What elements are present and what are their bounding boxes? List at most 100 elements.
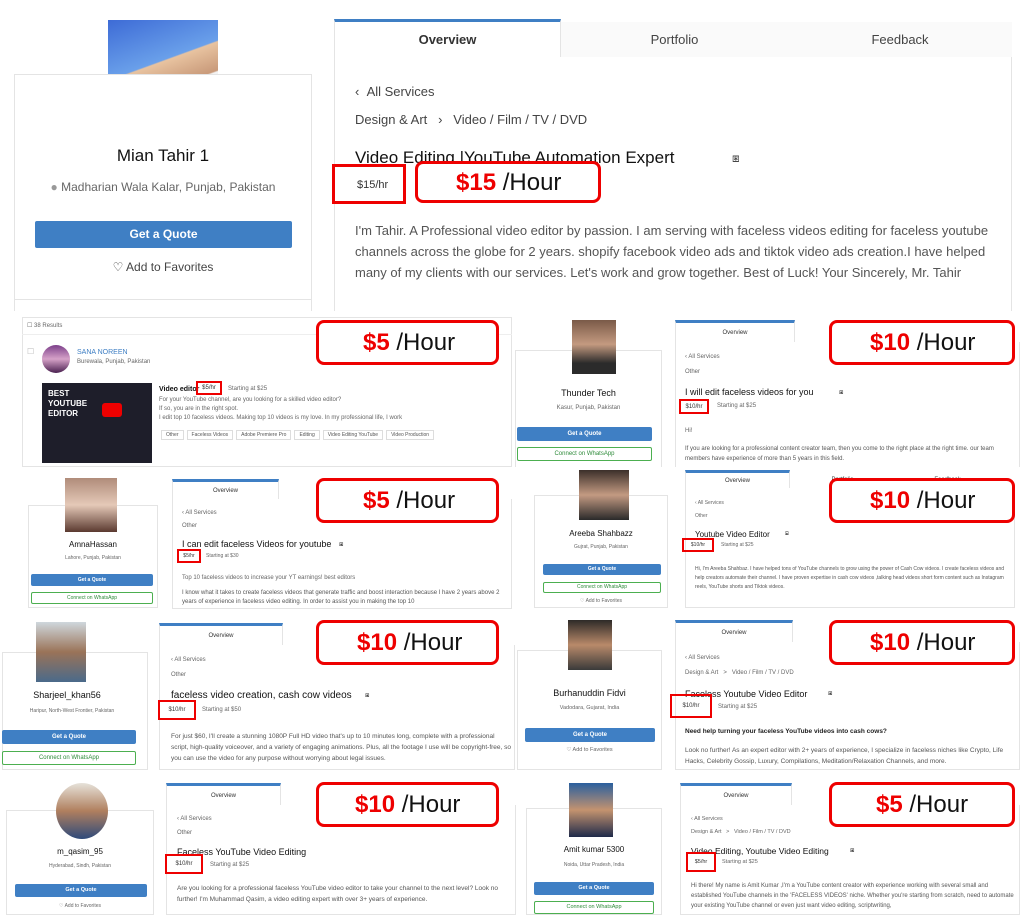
play-icon	[102, 403, 122, 417]
get-quote-button[interactable]: Get a Quote	[543, 564, 661, 575]
back-label: All Services	[180, 816, 212, 822]
tag[interactable]: Other	[161, 430, 184, 440]
back-link[interactable]: ‹ All Services	[685, 354, 720, 360]
tab-overview[interactable]: Overview	[172, 479, 279, 499]
whatsapp-button[interactable]: Connect on WhatsApp	[534, 901, 654, 914]
breadcrumb-item[interactable]: Video / Film / TV / DVD	[453, 112, 587, 127]
section-divider	[0, 772, 1024, 778]
heart-icon: ♡	[112, 260, 127, 274]
price-badge: $10/hr	[679, 399, 709, 414]
share-icon[interactable]: ⧆	[732, 151, 740, 166]
tag[interactable]: Editing	[294, 430, 320, 440]
back-label: All Services	[694, 816, 723, 822]
tab-overview[interactable]: Overview	[680, 783, 792, 805]
add-to-favorites-button[interactable]: ♡ Add to Favorites	[534, 598, 668, 604]
get-quote-button[interactable]: Get a Quote	[35, 221, 292, 248]
thumbnail-text: BEST YOUTUBE EDITOR	[48, 389, 88, 418]
back-link[interactable]: ‹ All Services	[177, 816, 212, 822]
back-label: All Services	[688, 354, 720, 360]
add-to-favorites-button[interactable]: ♡ Add to Favorites	[14, 260, 312, 274]
tab-overview[interactable]: Overview	[159, 623, 283, 645]
seller-name: Areeba Shahbazz	[569, 529, 633, 538]
checkbox-icon[interactable]: ☐	[27, 323, 34, 329]
back-label: All Services	[366, 84, 435, 99]
callout-unit: /Hour	[909, 791, 969, 818]
share-icon[interactable]: ⧆	[839, 389, 843, 397]
add-to-favorites-button[interactable]: ♡ Add to Favorites	[517, 747, 662, 753]
back-link[interactable]: ‹ All Services	[685, 655, 720, 661]
tag[interactable]: Faceless Videos	[186, 430, 234, 440]
service-description: For just $60, I'll create a stunning 108…	[171, 733, 511, 762]
starting-price: Starting at $25	[717, 403, 757, 409]
callout-amount: $5	[363, 329, 390, 356]
seller-name: Burhanuddin Fidvi	[553, 688, 626, 698]
get-quote-button[interactable]: Get a Quote	[534, 882, 654, 895]
whatsapp-button[interactable]: Connect on WhatsApp	[2, 751, 136, 765]
category: Other	[171, 672, 187, 678]
category: Other	[685, 369, 701, 375]
tab-overview[interactable]: Overview	[675, 320, 795, 342]
seller-name: Amit kumar 5300	[563, 845, 625, 854]
callout-amount: $5	[876, 791, 903, 818]
callout-amount: $15	[456, 169, 497, 196]
back-link[interactable]: ‹ All Services	[182, 510, 217, 516]
location-text: Madharian Wala Kalar, Punjab, Pakistan	[61, 180, 276, 194]
price-badge: $10/hr	[670, 694, 712, 718]
price-callout: $10 /Hour	[316, 782, 499, 827]
share-icon[interactable]: ⧆	[828, 690, 832, 698]
price-callout: $10 /Hour	[829, 478, 1015, 523]
section-divider	[0, 610, 1024, 618]
get-quote-button[interactable]: Get a Quote	[31, 574, 153, 586]
back-label: All Services	[174, 657, 206, 663]
price-callout: $5 /Hour	[316, 320, 499, 365]
avatar	[579, 470, 629, 520]
profile-card	[14, 74, 312, 314]
price-callout: $10 /Hour	[829, 320, 1015, 365]
share-icon[interactable]: ⧆	[850, 847, 854, 855]
tab-overview[interactable]: Overview	[675, 620, 793, 642]
service-title[interactable]: Video editor	[159, 386, 199, 393]
back-label: All Services	[185, 510, 217, 516]
share-icon[interactable]: ⧆	[365, 692, 369, 700]
price-badge: $5/hr	[196, 381, 222, 395]
chevron-left-icon: ‹	[355, 84, 367, 99]
desc-line: I edit top 10 faceless videos. Making to…	[159, 415, 403, 421]
get-quote-button[interactable]: Get a Quote	[2, 730, 136, 744]
seller-name: Sharjeel_khan56	[33, 690, 101, 700]
callout-unit: /Hour	[916, 487, 976, 514]
service-description: Hi, I'm Areeba Shahbaz. I have helped to…	[695, 566, 1005, 590]
tab-portfolio[interactable]: Portfolio	[561, 22, 788, 58]
get-quote-button[interactable]: Get a Quote	[15, 884, 147, 897]
avatar	[65, 478, 117, 532]
video-thumbnail[interactable]: BEST YOUTUBE EDITOR	[42, 383, 152, 463]
back-link[interactable]: ‹ All Services	[355, 84, 434, 99]
tab-overview[interactable]: Overview	[685, 470, 790, 488]
tab-overview[interactable]: Overview	[334, 19, 561, 57]
location-pin-icon: ●	[50, 180, 62, 194]
tag[interactable]: Adobe Premiere Pro	[236, 430, 292, 440]
whatsapp-button[interactable]: Connect on WhatsApp	[517, 447, 652, 461]
get-quote-button[interactable]: Get a Quote	[525, 728, 655, 742]
seller-name[interactable]: SANA NOREEN	[77, 349, 128, 356]
starting-price: Starting at $25	[228, 386, 268, 392]
get-quote-button[interactable]: Get a Quote	[517, 427, 652, 441]
share-icon[interactable]: ⧆	[339, 541, 343, 549]
row-checkbox-icon[interactable]: ☐	[27, 347, 34, 356]
back-link[interactable]: ‹ All Services	[171, 657, 206, 663]
category: Other	[177, 830, 193, 836]
share-icon[interactable]: ⧆	[785, 531, 789, 538]
tag[interactable]: Video Editing YouTube	[322, 430, 384, 440]
whatsapp-button[interactable]: Connect on WhatsApp	[31, 592, 153, 604]
breadcrumb-item[interactable]: Design & Art	[355, 112, 427, 127]
tab-feedback[interactable]: Feedback	[788, 22, 1012, 58]
tab-overview[interactable]: Overview	[166, 783, 281, 805]
back-link[interactable]: ‹ All Services	[691, 816, 723, 822]
add-to-favorites-button[interactable]: ♡ Add to Favorites	[6, 903, 154, 909]
tag[interactable]: Video Production	[386, 430, 435, 440]
back-link[interactable]: ‹ All Services	[695, 500, 724, 506]
callout-amount: $10	[870, 329, 911, 356]
back-label: All Services	[688, 655, 720, 661]
breadcrumb: Design & Art > Video / Film / TV / DVD	[685, 670, 794, 676]
whatsapp-button[interactable]: Connect on WhatsApp	[543, 582, 661, 593]
price-callout: $5 /Hour	[829, 782, 1015, 827]
